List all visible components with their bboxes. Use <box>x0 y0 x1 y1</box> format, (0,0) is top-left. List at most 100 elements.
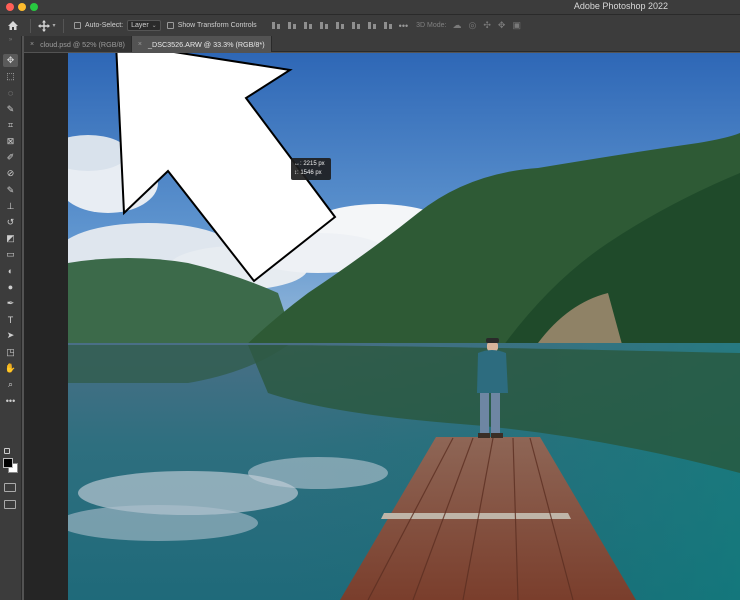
slide-3d-icon[interactable]: ✥ <box>498 20 506 31</box>
hand-icon: ✋ <box>4 362 17 373</box>
divider <box>30 18 31 33</box>
distribute-spacing-icon[interactable] <box>383 21 393 30</box>
move-tool[interactable]: ✥ <box>3 54 18 67</box>
lasso-icon: ◌ <box>7 87 14 98</box>
scale-3d-icon[interactable]: ▣ <box>512 20 521 31</box>
gradient-icon: ▭ <box>6 249 15 260</box>
tooltip-width: ↔: 2215 px <box>294 161 325 167</box>
close-window-button[interactable] <box>6 3 14 11</box>
document-canvas[interactable]: ↔: 2215 px ↕: 1546 px <box>24 53 740 600</box>
eyedropper-tool[interactable]: ✐ <box>3 151 18 164</box>
roll-3d-icon[interactable]: ◎ <box>468 20 476 31</box>
dodge-icon: ● <box>7 282 14 293</box>
hand-tool[interactable]: ✋ <box>3 362 18 375</box>
eraser-icon: ◩ <box>6 233 15 244</box>
stamp-icon: ⊥ <box>6 200 15 211</box>
document-tab-bar: × cloud.psd @ 52% (RGB/8) × _DSC3526.ARW… <box>24 36 740 52</box>
rectangle-marquee-icon: ⬚ <box>6 71 15 82</box>
edit-toolbar-button[interactable]: ••• <box>3 394 18 407</box>
3d-mode-buttons: ☁ ◎ ✣ ✥ ▣ <box>452 20 520 31</box>
move-icon <box>38 19 51 32</box>
quick-mask-icon[interactable] <box>4 483 16 492</box>
type-tool[interactable]: T <box>3 313 18 326</box>
close-tab-icon[interactable]: × <box>138 41 142 48</box>
measurement-tooltip: ↔: 2215 px ↕: 1546 px <box>291 158 331 180</box>
photoshop-window: Adobe Photoshop 2022 ▾ Auto-Select: Laye… <box>0 0 740 600</box>
photo-image <box>68 53 740 600</box>
document-tab[interactable]: × cloud.psd @ 52% (RGB/8) <box>24 36 132 52</box>
history-brush-icon: ↺ <box>6 217 15 227</box>
auto-select-dropdown[interactable]: Layer ⌄ <box>127 20 161 31</box>
tools-panel: » ✥ ⬚ ◌ ✎ ⌗ ⊠ ✐ ⊘ ✎ ⊥ ↺ ◩ ▭ ◐ ● ✒ T ➤ ◳ ✋ ⌕ ••• <box>0 36 22 600</box>
show-transform-checkbox[interactable] <box>166 22 174 29</box>
crop-icon: ⌗ <box>7 119 14 130</box>
close-tab-icon[interactable]: × <box>30 41 34 48</box>
options-bar: ▾ Auto-Select: Layer ⌄ Show Transform Co… <box>0 14 740 36</box>
document-tab-active[interactable]: × _DSC3526.ARW @ 33.3% (RGB/8*) <box>131 36 272 52</box>
shape-tool[interactable]: ◳ <box>3 346 18 359</box>
align-buttons <box>271 21 393 30</box>
lasso-tool[interactable]: ◌ <box>3 86 18 99</box>
shape-icon: ◳ <box>6 346 15 357</box>
eyedropper-icon: ✐ <box>6 152 15 163</box>
screen-mode-icon[interactable] <box>4 500 16 509</box>
crop-tool[interactable]: ⌗ <box>3 119 18 132</box>
divider <box>63 18 64 33</box>
chevron-down-icon: ⌄ <box>151 23 157 29</box>
brush-tool[interactable]: ✎ <box>3 184 18 197</box>
gradient-tool[interactable]: ▭ <box>3 248 18 261</box>
photo-lake-dock[interactable] <box>68 53 740 600</box>
type-icon: T <box>7 314 14 325</box>
orbit-3d-icon[interactable]: ☁ <box>452 20 461 31</box>
dodge-tool[interactable]: ● <box>3 281 18 294</box>
foreground-color-swatch[interactable] <box>3 458 13 468</box>
align-bottom-icon[interactable] <box>351 21 361 30</box>
auto-select-value: Layer <box>131 22 149 29</box>
blur-tool[interactable]: ◐ <box>3 265 18 278</box>
align-center-icon[interactable] <box>287 21 297 30</box>
home-button[interactable] <box>0 15 26 37</box>
minimize-window-button[interactable] <box>18 3 26 11</box>
drag-3d-icon[interactable]: ✣ <box>483 20 491 31</box>
3d-mode-label: 3D Mode: <box>416 22 447 29</box>
quick-select-icon: ✎ <box>6 103 15 114</box>
tab-title: cloud.psd @ 52% (RGB/8) <box>40 39 125 49</box>
zoom-tool[interactable]: ⌕ <box>3 378 18 391</box>
zoom-icon: ⌕ <box>7 379 14 389</box>
distribute-icon[interactable] <box>367 21 377 30</box>
more-options-button[interactable]: ••• <box>399 21 408 31</box>
align-top-icon[interactable] <box>319 21 329 30</box>
home-icon <box>8 21 18 30</box>
tooltip-height: ↕: 1546 px <box>294 170 322 176</box>
default-colors-icon[interactable] <box>4 448 10 454</box>
frame-icon: ⊠ <box>6 136 15 146</box>
pen-icon: ✒ <box>6 298 15 308</box>
stamp-tool[interactable]: ⊥ <box>3 200 18 213</box>
blur-icon: ◐ <box>7 266 14 277</box>
auto-select-label: Auto-Select: <box>85 22 124 29</box>
eraser-tool[interactable]: ◩ <box>3 232 18 245</box>
align-left-icon[interactable] <box>271 21 281 30</box>
brush-icon: ✎ <box>6 184 15 195</box>
arrow-icon: ➤ <box>6 330 15 341</box>
path-select-tool[interactable]: ➤ <box>3 329 18 342</box>
move-tool-preset-button[interactable]: ▾ <box>35 19 59 32</box>
chevron-down-icon: ▾ <box>52 23 56 29</box>
maximize-window-button[interactable] <box>30 3 38 11</box>
tab-title: _DSC3526.ARW @ 33.3% (RGB/8*) <box>148 39 265 49</box>
frame-tool[interactable]: ⊠ <box>3 135 18 148</box>
history-brush-tool[interactable]: ↺ <box>3 216 18 229</box>
app-title: Adobe Photoshop 2022 <box>573 1 668 11</box>
auto-select-checkbox[interactable] <box>74 22 81 29</box>
align-right-icon[interactable] <box>303 21 313 30</box>
show-transform-label: Show Transform Controls <box>177 22 257 29</box>
pen-tool[interactable]: ✒ <box>3 297 18 310</box>
quick-select-tool[interactable]: ✎ <box>3 103 18 116</box>
title-bar: Adobe Photoshop 2022 <box>0 0 740 14</box>
bandage-icon: ⊘ <box>6 168 15 179</box>
align-middle-icon[interactable] <box>335 21 345 30</box>
healing-tool[interactable]: ⊘ <box>3 167 18 180</box>
marquee-tool[interactable]: ⬚ <box>3 70 18 83</box>
panel-collapse-button[interactable]: » <box>0 36 21 44</box>
move-icon: ✥ <box>6 55 15 65</box>
